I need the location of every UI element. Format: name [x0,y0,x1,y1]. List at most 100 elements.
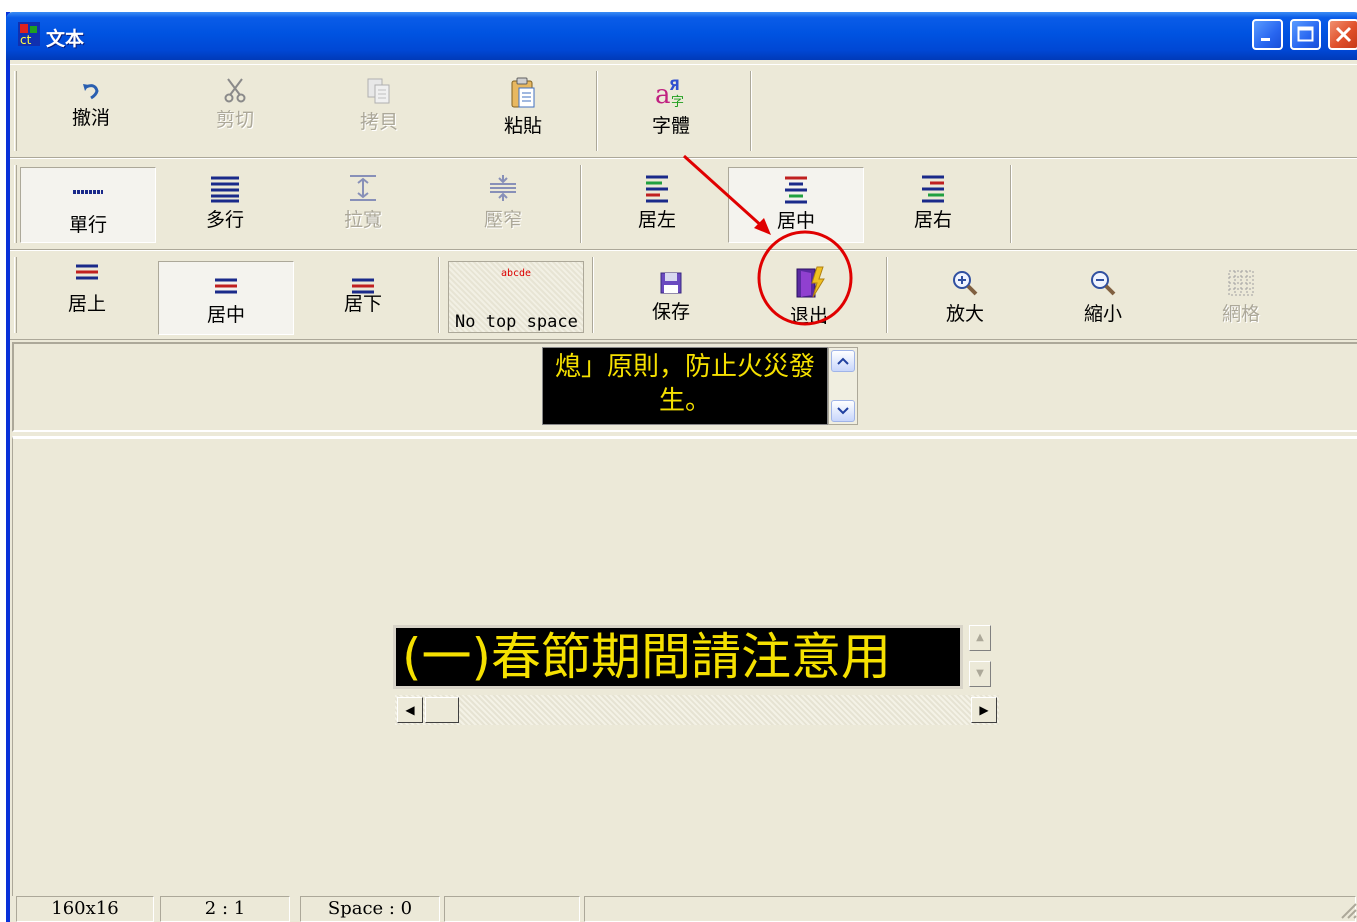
title-bar[interactable]: ct 文本 [6,12,1357,60]
cut-label: 剪切 [215,109,254,131]
align-right-label: 居右 [913,209,952,231]
status-bar: 160x16 2 : 1 Space : 0 [10,896,1357,922]
widen-icon [350,175,376,201]
align-top-icon [76,264,98,280]
svg-text:字: 字 [671,95,684,109]
zoom-in-button[interactable]: 放大 [930,269,1000,326]
zoom-out-label: 縮小 [1083,303,1122,325]
scroll-up-button[interactable] [831,350,855,372]
toolbar-grip[interactable] [14,165,17,243]
exit-label: 退出 [789,305,828,327]
single-line-button[interactable]: 單行 [20,167,156,243]
toolbar-separator [596,71,598,151]
toolbar-separator [438,257,440,333]
align-left-icon [646,175,668,203]
undo-icon [83,84,99,100]
multi-line-label: 多行 [205,209,244,231]
preview-scrollbar[interactable] [828,347,858,425]
maximize-button[interactable] [1290,19,1321,50]
text-editor-window: ct 文本 撤消 剪切 拷貝 粘貼 a Я 字 字體 單行 多行 拉寬 壓窄 居… [6,12,1357,922]
minimize-button[interactable] [1252,19,1283,50]
copy-icon [367,78,390,104]
align-top-button[interactable]: 居上 [52,263,122,316]
grid-icon [1228,270,1254,296]
align-middle-button[interactable]: 居中 [158,261,294,335]
editor-scroll-down-button[interactable]: ▼ [969,661,991,687]
widen-button[interactable]: 拉寬 [328,173,398,232]
zoom-in-label: 放大 [945,303,984,325]
close-button[interactable] [1328,19,1357,50]
align-center-button[interactable]: 居中 [728,167,864,243]
chevron-up-icon [837,357,849,365]
editor-horizontal-scrollbar[interactable]: ◀ ▶ [395,695,999,725]
toolbar-separator [1010,165,1012,243]
editor-scroll-right-button[interactable]: ▶ [971,697,997,723]
toolbar-separator [886,257,888,333]
led-text-editor[interactable]: (一)春節期間請注意用 [393,625,963,689]
toolbar-grip[interactable] [14,257,17,333]
window-title: 文本 [46,28,85,50]
save-icon [660,272,682,294]
no-top-space-button[interactable]: abcde No top space [448,261,584,333]
editor-area: (一)春節期間請注意用 ▲ ▼ ◀ ▶ [12,436,1357,896]
resize-grip-icon[interactable] [1336,898,1357,920]
zoom-out-button[interactable]: 縮小 [1068,269,1138,326]
copy-label: 拷貝 [359,111,398,133]
led-preview-display: 熄」原則，防止火災發 生。 [542,347,828,425]
no-top-space-preview: abcde [500,268,532,279]
align-left-label: 居左 [637,209,676,231]
exit-button[interactable]: 退出 [774,265,844,328]
svg-text:ct: ct [20,33,32,46]
narrow-icon [490,175,516,201]
minimize-icon [1261,38,1270,41]
layout-toolbar: 單行 多行 拉寬 壓窄 居左 居中 居右 [10,158,1357,250]
edit-toolbar: 撤消 剪切 拷貝 粘貼 aЯ字 字體 [10,64,1357,158]
narrow-button[interactable]: 壓窄 [468,173,538,232]
multi-line-icon [211,176,239,203]
align-top-label: 居上 [67,293,106,315]
editor-scroll-thumb[interactable] [425,697,459,723]
single-line-label: 單行 [68,214,107,236]
align-middle-label: 居中 [206,304,245,326]
align-middle-icon [215,278,237,294]
app-icon: ct [18,22,40,46]
editor-scroll-left-button[interactable]: ◀ [397,697,423,723]
align-left-button[interactable]: 居左 [622,173,692,232]
align-bottom-label: 居下 [343,293,382,315]
status-size: 160x16 [16,896,154,922]
editor-scroll-up-button[interactable]: ▲ [969,625,991,651]
cut-button[interactable]: 剪切 [200,77,270,132]
led-preview-panel: 熄」原則，防止火災發 生。 [12,342,1357,432]
multi-line-button[interactable]: 多行 [190,175,260,232]
grid-button[interactable]: 網格 [1206,269,1276,326]
align-right-icon [922,175,944,203]
font-label: 字體 [651,115,690,137]
scroll-down-button[interactable] [831,400,855,422]
close-icon [1335,26,1352,43]
undo-button[interactable]: 撤消 [56,81,126,130]
editor-vertical-scrollbar[interactable]: ▲ ▼ [965,625,999,689]
save-label: 保存 [651,301,690,323]
align-bottom-button[interactable]: 居下 [328,271,398,316]
copy-button[interactable]: 拷貝 [344,77,414,134]
status-space: Space : 0 [300,896,440,922]
align-center-icon [785,176,807,204]
toolbar-grip[interactable] [14,71,17,151]
zoom-in-icon [953,271,978,296]
status-empty-2 [584,896,1356,922]
led-preview-line-2: 生。 [658,386,711,416]
toolbar-separator [750,71,752,151]
font-icon: aЯ字 [655,78,684,109]
paste-button[interactable]: 粘貼 [488,77,558,138]
zoom-out-icon [1091,271,1116,296]
narrow-label: 壓窄 [483,209,522,231]
exit-door-icon [796,266,825,298]
widen-label: 拉寬 [343,209,382,231]
font-button[interactable]: aЯ字 字體 [636,75,706,138]
save-button[interactable]: 保存 [636,271,706,324]
maximize-icon [1297,26,1314,42]
single-line-icon [73,190,103,194]
position-toolbar: 居上 居中 居下 abcde No top space 保存 退出 放大 縮小 … [10,250,1357,340]
status-empty-1 [444,896,580,922]
align-right-button[interactable]: 居右 [898,173,968,232]
